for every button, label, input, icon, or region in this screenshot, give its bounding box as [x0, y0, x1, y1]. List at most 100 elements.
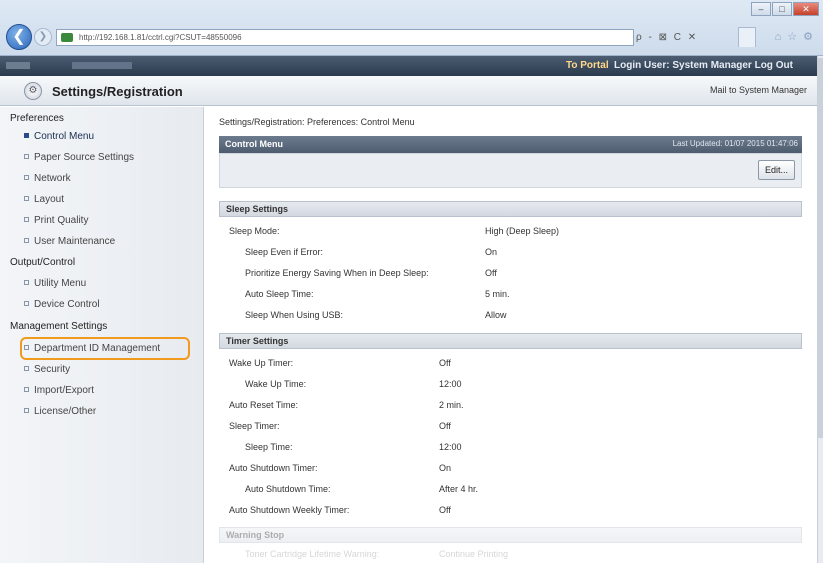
bullet-icon	[24, 408, 29, 413]
edit-button[interactable]: Edit...	[758, 160, 795, 180]
wake-up-timer-value: Off	[439, 358, 451, 368]
wake-up-time-label: Wake Up Time:	[245, 379, 307, 389]
auto-shutdown-time-value: After 4 hr.	[439, 484, 479, 494]
address-bar[interactable]: http://192.168.1.81/cctrl.cgi?CSUT=48550…	[56, 29, 634, 46]
sidebar-item-label: Security	[34, 364, 71, 375]
timer-settings-header: Timer Settings	[219, 333, 802, 349]
control-menu-header: Control Menu Last Updated: 01/07 2015 01…	[219, 136, 802, 153]
bullet-icon	[24, 301, 29, 306]
sidebar-item-label: Import/Export	[34, 385, 95, 396]
sidebar-item-paper-source-settings[interactable]: Paper Source Settings	[24, 152, 134, 163]
sidebar-item-label: Department ID Management	[34, 343, 161, 354]
auto-shutdown-weekly-timer-value: Off	[439, 505, 451, 515]
maximize-icon[interactable]: □	[772, 2, 792, 16]
sidebar-section-output-control: Output/Control	[10, 257, 76, 268]
favicon-icon	[61, 33, 73, 42]
wake-up-timer-label: Wake Up Timer:	[229, 358, 294, 368]
sidebar: Preferences Control Menu Paper Source Se…	[0, 107, 204, 563]
sidebar-item-label: Network	[34, 173, 71, 184]
blurred-text	[72, 62, 132, 69]
forward-arrow-icon[interactable]: ❯	[34, 28, 52, 46]
sidebar-item-license-other[interactable]: License/Other	[24, 406, 96, 417]
login-user-info[interactable]: Login User: System Manager Log Out	[614, 60, 793, 71]
wake-up-time-value: 12:00	[439, 379, 462, 389]
window-controls: – □ ✕	[751, 2, 819, 16]
bullet-icon	[24, 280, 29, 285]
toner-cartridge-lifetime-warning-label: Toner Cartridge Lifetime Warning:	[245, 549, 380, 559]
sidebar-item-label: Print Quality	[34, 215, 89, 226]
sidebar-item-label: Control Menu	[34, 131, 95, 142]
sidebar-item-layout[interactable]: Layout	[24, 194, 64, 205]
warning-stop-header: Warning Stop	[219, 527, 802, 543]
breadcrumb: Settings/Registration: Preferences: Cont…	[219, 117, 415, 127]
browser-tab[interactable]	[738, 27, 756, 47]
minimize-icon[interactable]: –	[751, 2, 771, 16]
auto-reset-time-value: 2 min.	[439, 400, 464, 410]
sidebar-item-label: Paper Source Settings	[34, 152, 135, 163]
sleep-mode-label: Sleep Mode:	[229, 226, 280, 236]
close-icon[interactable]: ✕	[793, 2, 819, 16]
top-bar: To Portal Login User: System Manager Log…	[0, 56, 817, 76]
sidebar-item-department-id-management[interactable]: Department ID Management	[24, 343, 160, 354]
vertical-scrollbar[interactable]	[817, 56, 823, 563]
sidebar-item-import-export[interactable]: Import/Export	[24, 385, 94, 396]
back-arrow-icon[interactable]: ❮	[6, 24, 32, 50]
sidebar-item-label: User Maintenance	[34, 236, 116, 247]
auto-shutdown-timer-value: On	[439, 463, 452, 473]
bullet-icon	[24, 387, 29, 392]
sidebar-item-user-maintenance[interactable]: User Maintenance	[24, 236, 115, 247]
browser-icons[interactable]: ⌂☆⚙	[775, 30, 819, 43]
address-tools[interactable]: ρ - ⊠ C ✕	[636, 29, 724, 46]
mail-to-system-manager-link[interactable]: Mail to System Manager	[710, 85, 807, 95]
sidebar-section-management-settings: Management Settings	[10, 321, 108, 332]
sleep-timer-value: Off	[439, 421, 451, 431]
sidebar-item-security[interactable]: Security	[24, 364, 70, 375]
page-title: Settings/Registration	[52, 84, 183, 99]
bullet-icon	[24, 154, 29, 159]
auto-sleep-time-label: Auto Sleep Time:	[245, 289, 314, 299]
sleep-even-if-error-label: Sleep Even if Error:	[245, 247, 324, 257]
bullet-icon	[24, 366, 29, 371]
auto-sleep-time-value: 5 min.	[485, 289, 510, 299]
sidebar-item-device-control[interactable]: Device Control	[24, 299, 100, 310]
sidebar-item-print-quality[interactable]: Print Quality	[24, 215, 88, 226]
sidebar-section-preferences: Preferences	[10, 113, 64, 124]
auto-shutdown-weekly-timer-label: Auto Shutdown Weekly Timer:	[229, 505, 350, 515]
sleep-timer-label: Sleep Timer:	[229, 421, 280, 431]
title-bar: ⚙ Settings/Registration Mail to System M…	[0, 76, 817, 106]
sleep-even-if-error-value: On	[485, 247, 498, 257]
sidebar-item-control-menu[interactable]: Control Menu	[24, 131, 94, 142]
sleep-time-label: Sleep Time:	[245, 442, 293, 452]
bullet-icon	[24, 133, 29, 138]
sleep-mode-value: High (Deep Sleep)	[485, 226, 560, 236]
sleep-when-using-usb-label: Sleep When Using USB:	[245, 310, 344, 320]
control-menu-panel: Edit...	[219, 153, 802, 188]
to-portal-link[interactable]: To Portal	[566, 60, 609, 71]
bullet-icon	[24, 345, 29, 350]
prioritize-energy-saving-value: Off	[485, 268, 497, 278]
scrollbar-thumb[interactable]	[818, 58, 823, 438]
main-content: Settings/Registration: Preferences: Cont…	[205, 107, 817, 563]
sidebar-item-label: License/Other	[34, 406, 97, 417]
bullet-icon	[24, 238, 29, 243]
panel-title: Control Menu	[225, 139, 283, 149]
auto-shutdown-timer-label: Auto Shutdown Timer:	[229, 463, 318, 473]
sidebar-item-label: Device Control	[34, 299, 100, 310]
sleep-settings-header: Sleep Settings	[219, 201, 802, 217]
sleep-when-using-usb-value: Allow	[485, 310, 507, 320]
bullet-icon	[24, 217, 29, 222]
last-updated: Last Updated: 01/07 2015 01:47:06	[672, 139, 798, 148]
bullet-icon	[24, 175, 29, 180]
auto-reset-time-label: Auto Reset Time:	[229, 400, 299, 410]
sidebar-item-utility-menu[interactable]: Utility Menu	[24, 278, 86, 289]
toner-cartridge-lifetime-warning-value: Continue Printing	[439, 549, 509, 559]
settings-gear-icon: ⚙	[24, 82, 42, 100]
blurred-text	[6, 62, 30, 69]
browser-chrome: – □ ✕ ❮ ❯ http://192.168.1.81/cctrl.cgi?…	[0, 0, 823, 56]
sidebar-item-network[interactable]: Network	[24, 173, 71, 184]
sleep-time-value: 12:00	[439, 442, 462, 452]
sidebar-item-label: Layout	[34, 194, 65, 205]
url-text: http://192.168.1.81/cctrl.cgi?CSUT=48550…	[79, 33, 242, 42]
sidebar-item-label: Utility Menu	[34, 278, 87, 289]
auto-shutdown-time-label: Auto Shutdown Time:	[245, 484, 331, 494]
